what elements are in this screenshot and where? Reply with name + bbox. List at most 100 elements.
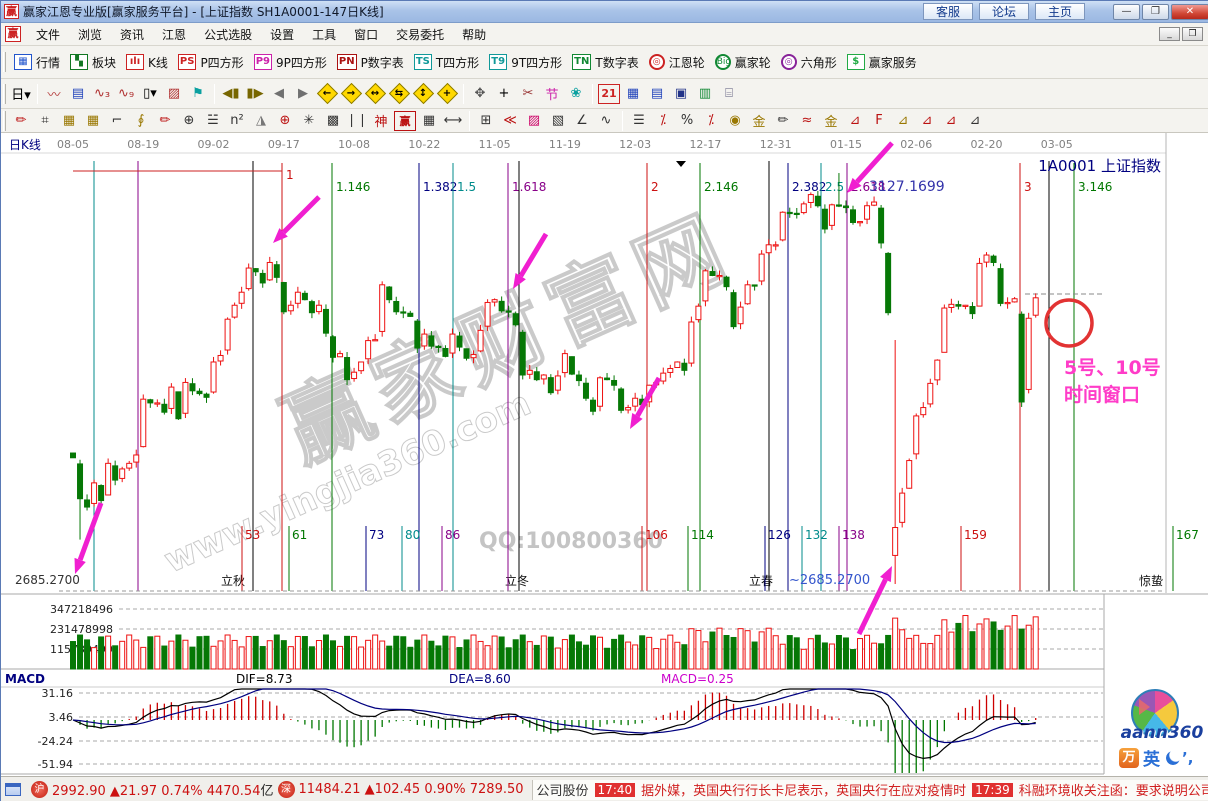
- candle-body[interactable]: [373, 340, 378, 341]
- volume-bar[interactable]: [738, 629, 743, 669]
- candle-body[interactable]: [155, 403, 160, 404]
- spiral-icon[interactable]: ∮: [130, 111, 152, 131]
- wave-3-icon[interactable]: ∿₃: [91, 84, 113, 104]
- span-arrows-icon[interactable]: ⟷: [442, 111, 464, 131]
- volume-bar[interactable]: [471, 635, 476, 669]
- volume-bar[interactable]: [338, 646, 343, 669]
- volume-bar[interactable]: [963, 616, 968, 669]
- volume-bar[interactable]: [801, 649, 806, 669]
- candle-body[interactable]: [928, 383, 933, 404]
- diamond-full-icon[interactable]: +: [436, 84, 458, 104]
- volume-bar[interactable]: [970, 632, 975, 669]
- candle-body[interactable]: [661, 373, 666, 381]
- volume-bar[interactable]: [141, 647, 146, 669]
- candle-body[interactable]: [380, 285, 385, 332]
- candle-body[interactable]: [218, 355, 223, 361]
- candle-body[interactable]: [239, 292, 244, 303]
- volume-bar[interactable]: [541, 636, 546, 669]
- t-square-button[interactable]: TST四方形: [414, 54, 479, 71]
- candle-body[interactable]: [394, 301, 399, 311]
- candle-body[interactable]: [183, 382, 188, 413]
- volume-bar[interactable]: [1033, 617, 1038, 669]
- print-icon[interactable]: ⌸: [718, 84, 740, 104]
- candle-body[interactable]: [872, 202, 877, 205]
- candle-body[interactable]: [345, 358, 350, 380]
- volume-bar[interactable]: [513, 640, 518, 669]
- volume-bar[interactable]: [359, 647, 364, 669]
- candle-body[interactable]: [717, 275, 722, 276]
- diamond-expand-icon[interactable]: ↔: [364, 84, 386, 104]
- candle-body[interactable]: [267, 262, 272, 279]
- volume-bar[interactable]: [274, 635, 279, 669]
- angle-line-icon[interactable]: ∠: [571, 111, 593, 131]
- p-square-button[interactable]: PSP四方形: [178, 54, 244, 71]
- star-cycle-icon[interactable]: ✳: [298, 111, 320, 131]
- volume-bar[interactable]: [464, 640, 469, 669]
- candle-body[interactable]: [633, 398, 638, 406]
- tick-ruler-icon[interactable]: ☱: [202, 111, 224, 131]
- candle-body[interactable]: [562, 354, 567, 373]
- gann-box-icon[interactable]: ▨: [163, 84, 185, 104]
- candle-body[interactable]: [619, 389, 624, 410]
- volume-bar[interactable]: [555, 648, 560, 669]
- first-bar-icon[interactable]: ◀▮: [220, 84, 242, 104]
- volume-bar[interactable]: [527, 642, 532, 669]
- volume-bar[interactable]: [907, 638, 912, 669]
- pause-marks-icon[interactable]: ❘❘: [346, 111, 368, 131]
- hexagon-button[interactable]: ◎六角形: [781, 54, 837, 71]
- candle-body[interactable]: [886, 253, 891, 312]
- candle-body[interactable]: [78, 464, 83, 499]
- kline-chart-area[interactable]: 赢家财富网www.yingjia360.comQQ:10080036008-05…: [1, 133, 1208, 776]
- gold-slope-icon[interactable]: ⊿: [892, 111, 914, 131]
- candle-body[interactable]: [492, 300, 497, 302]
- volume-bar[interactable]: [668, 635, 673, 669]
- candle-body[interactable]: [850, 210, 855, 223]
- mdi-minimize-button[interactable]: _: [1159, 27, 1180, 41]
- menu-6[interactable]: 工具: [303, 23, 345, 46]
- dense-grid-icon[interactable]: ▩: [322, 111, 344, 131]
- volume-bar[interactable]: [717, 628, 722, 669]
- candle-body[interactable]: [893, 528, 898, 556]
- menu-8[interactable]: 交易委托: [387, 23, 453, 46]
- candle-body[interactable]: [316, 305, 321, 311]
- candle-body[interactable]: [626, 408, 631, 410]
- candle-body[interactable]: [773, 245, 778, 246]
- candle-body[interactable]: [534, 372, 539, 380]
- volume-bar[interactable]: [654, 649, 659, 669]
- candle-body[interactable]: [211, 362, 216, 392]
- blocks-button[interactable]: ▚板块: [70, 54, 116, 71]
- volume-bar[interactable]: [197, 637, 202, 669]
- candle-body[interactable]: [148, 400, 153, 403]
- quote-grid-icon[interactable]: [5, 783, 21, 796]
- volume-bar[interactable]: [956, 623, 961, 669]
- last-bar-icon[interactable]: ▮▶: [244, 84, 266, 104]
- volume-bar[interactable]: [640, 636, 645, 669]
- menu-2[interactable]: 资讯: [111, 23, 153, 46]
- volume-bar[interactable]: [829, 644, 834, 669]
- volume-bar[interactable]: [429, 641, 434, 669]
- volume-bar[interactable]: [99, 637, 104, 669]
- candle-body[interactable]: [794, 213, 799, 214]
- candle-body[interactable]: [731, 293, 736, 327]
- volume-bar[interactable]: [900, 630, 905, 669]
- volume-bar[interactable]: [1026, 625, 1031, 669]
- candle-body[interactable]: [506, 311, 511, 312]
- volume-bar[interactable]: [759, 632, 764, 669]
- volume-bar[interactable]: [302, 637, 307, 669]
- candle-body[interactable]: [590, 400, 595, 411]
- volume-bar[interactable]: [780, 644, 785, 669]
- volume-bar[interactable]: [499, 637, 504, 669]
- volume-bar[interactable]: [443, 636, 448, 669]
- candle-style-icon[interactable]: ▯▾: [139, 84, 161, 104]
- volume-bar[interactable]: [949, 632, 954, 669]
- f-grid-icon[interactable]: ⌐: [106, 111, 128, 131]
- volume-bar[interactable]: [492, 636, 497, 669]
- volume-bar[interactable]: [253, 636, 258, 669]
- volume-bar[interactable]: [408, 647, 413, 669]
- volume-bar[interactable]: [836, 636, 841, 669]
- volume-bar[interactable]: [548, 637, 553, 669]
- candle-body[interactable]: [169, 387, 174, 408]
- grid-lines-icon[interactable]: ⌗: [34, 111, 56, 131]
- candle-body[interactable]: [274, 265, 279, 278]
- candle-body[interactable]: [422, 334, 427, 346]
